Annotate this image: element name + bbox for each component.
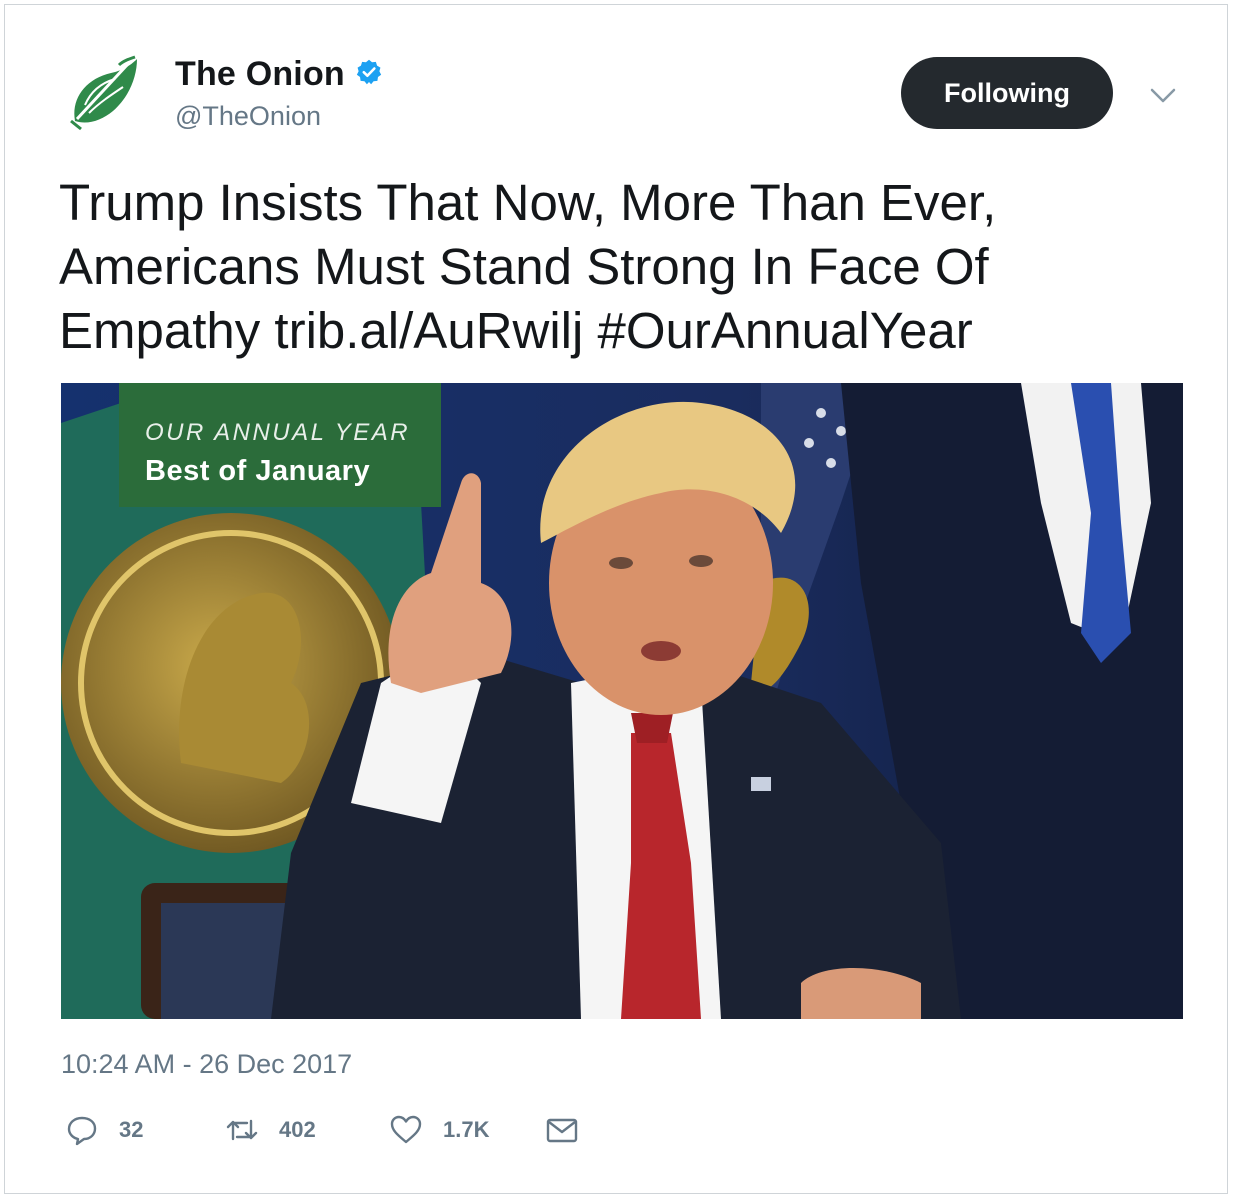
banner-kicker: OUR ANNUAL YEAR	[145, 419, 411, 446]
author-name-row: The Onion	[175, 55, 383, 94]
tweet-text: Trump Insists That Now, More Than Ever, …	[59, 174, 997, 359]
retweet-icon	[226, 1119, 258, 1141]
chevron-down-icon[interactable]	[1147, 83, 1179, 107]
tweet-actions: 32 402 1.7K	[65, 1113, 579, 1147]
reply-icon	[67, 1116, 97, 1146]
reply-count: 32	[119, 1117, 144, 1142]
reply-button[interactable]: 32	[65, 1113, 225, 1147]
verified-badge-icon	[356, 59, 382, 84]
following-button[interactable]: Following	[901, 57, 1113, 129]
like-button[interactable]: 1.7K	[389, 1113, 545, 1147]
tweet-media-image[interactable]: OUR ANNUAL YEAR Best of January	[61, 383, 1183, 1019]
media-banner: OUR ANNUAL YEAR Best of January	[119, 383, 441, 507]
author-handle[interactable]: @TheOnion	[175, 101, 321, 132]
retweet-button[interactable]: 402	[225, 1113, 389, 1147]
onion-logo-icon	[70, 55, 137, 131]
avatar[interactable]	[67, 55, 147, 135]
author-display-name[interactable]: The Onion	[175, 55, 345, 94]
direct-message-button[interactable]	[545, 1113, 579, 1147]
heart-icon	[390, 1115, 422, 1144]
retweet-count: 402	[279, 1117, 316, 1142]
envelope-icon	[546, 1118, 578, 1143]
banner-title: Best of January	[145, 455, 371, 487]
tweet-card: The Onion @TheOnion Following Trump Insi…	[4, 4, 1228, 1194]
like-count: 1.7K	[443, 1117, 490, 1142]
tweet-timestamp[interactable]: 10:24 AM - 26 Dec 2017	[61, 1049, 352, 1080]
